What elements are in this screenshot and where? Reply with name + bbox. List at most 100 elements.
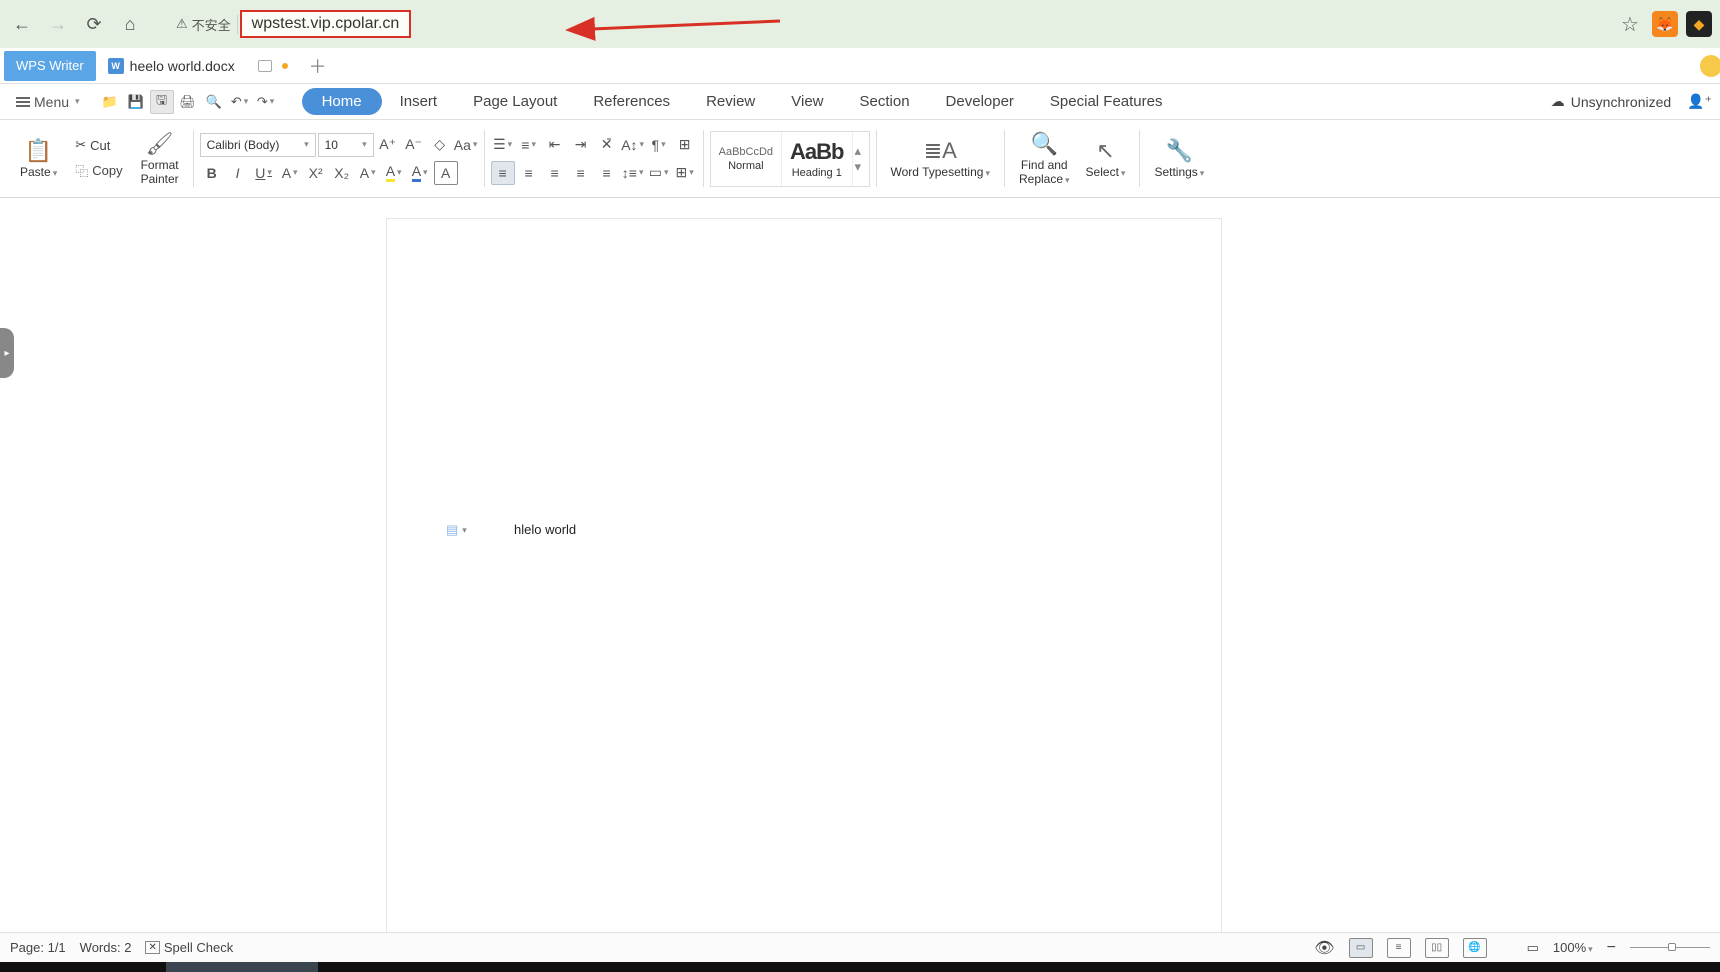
find-replace-button[interactable]: 🔍 Find and Replace▾ [1011, 129, 1078, 187]
zoom-slider[interactable] [1630, 947, 1710, 948]
italic-button[interactable]: I [226, 161, 250, 185]
save-as-button[interactable]: 🖫 [150, 90, 174, 114]
document-page[interactable] [386, 218, 1222, 932]
tab-home[interactable]: Home [302, 88, 382, 115]
undo-button[interactable]: ↶▾ [228, 90, 252, 114]
superscript-button[interactable]: X² [304, 161, 328, 185]
borders-button[interactable]: ⊞▾ [673, 161, 697, 185]
line-break-button[interactable]: ¶▾ [647, 133, 671, 157]
styles-expand-button[interactable]: ▴▾ [853, 139, 869, 179]
page-marker-icon: ▤ [446, 522, 458, 538]
nav-reload-button[interactable]: ⟳ [80, 10, 108, 38]
print-preview-button[interactable]: 🔍 [202, 90, 226, 114]
character-border-button[interactable]: A [434, 161, 458, 185]
bullets-button[interactable]: ☰▾ [491, 133, 515, 157]
view-outline[interactable]: ≡ [1387, 938, 1411, 958]
redo-button[interactable]: ↷▾ [254, 90, 278, 114]
align-distribute-button[interactable]: ≡ [595, 161, 619, 185]
bold-button[interactable]: B [200, 161, 224, 185]
paste-button[interactable]: 📋 Paste▾ [12, 136, 65, 181]
zoom-out-button[interactable]: − [1607, 939, 1616, 957]
select-button[interactable]: ↖ Select▾ [1078, 136, 1134, 181]
text-effects-button[interactable]: A▾ [356, 161, 380, 185]
increase-indent-button[interactable]: ⇥ [569, 133, 593, 157]
security-warning[interactable]: ⚠ 不安全 [170, 15, 238, 34]
font-name-select[interactable]: Calibri (Body)▾ [200, 133, 316, 157]
settings-button[interactable]: 🔧 Settings▾ [1146, 136, 1212, 181]
change-case-button[interactable]: Aa▾ [454, 133, 478, 157]
tab-insert[interactable]: Insert [382, 87, 456, 116]
nav-back-button[interactable]: ← [8, 10, 36, 38]
taskbar-app-item[interactable] [166, 962, 318, 972]
font-color2-button[interactable]: A▾ [408, 161, 432, 185]
line-spacing-button[interactable]: ↕≡▾ [621, 161, 645, 185]
tab-review[interactable]: Review [688, 87, 773, 116]
cut-button[interactable]: ✂Cut [69, 135, 128, 155]
extension-icon-2[interactable]: ◆ [1686, 11, 1712, 37]
document-body-text[interactable]: hlelo world [514, 522, 576, 537]
view-reading[interactable]: ▯▯ [1425, 938, 1449, 958]
nav-forward-button[interactable]: → [44, 10, 72, 38]
sort-button[interactable]: ✕̄ [595, 133, 619, 157]
nav-home-button[interactable]: ⌂ [116, 10, 144, 38]
zoom-percent[interactable]: 100%▾ [1553, 940, 1593, 955]
tab-view[interactable]: View [773, 87, 841, 116]
text-direction-button[interactable]: A↕▾ [621, 133, 645, 157]
show-marks-button[interactable]: ⊞ [673, 133, 697, 157]
zoom-slider-handle[interactable] [1668, 943, 1676, 951]
view-web[interactable]: 🌐 [1463, 938, 1487, 958]
style-normal[interactable]: AaBbCcDd Normal [711, 132, 782, 186]
align-justify-button[interactable]: ≡ [569, 161, 593, 185]
presentation-mode-icon[interactable] [258, 60, 272, 72]
url-highlight-box: wpstest.vip.cpolar.cn [240, 10, 412, 38]
url-text: wpstest.vip.cpolar.cn [252, 15, 400, 33]
underline-button[interactable]: U▾ [252, 161, 276, 185]
tab-references[interactable]: References [575, 87, 688, 116]
tab-special-features[interactable]: Special Features [1032, 87, 1181, 116]
clear-format-button[interactable]: ◇ [428, 133, 452, 157]
save-button[interactable]: 💾 [124, 90, 148, 114]
address-bar[interactable]: ⚠ 不安全 wpstest.vip.cpolar.cn [160, 7, 1600, 41]
side-panel-handle[interactable]: ▸ [0, 328, 14, 378]
document-tab[interactable]: W heelo world.docx [96, 48, 296, 84]
tab-developer[interactable]: Developer [928, 87, 1032, 116]
share-icon[interactable]: 👤⁺ [1687, 93, 1712, 110]
extension-metamask-icon[interactable]: 🦊 [1652, 11, 1678, 37]
status-spellcheck[interactable]: ✕ Spell Check [145, 940, 233, 955]
grow-font-button[interactable]: A⁺ [376, 133, 400, 157]
numbering-button[interactable]: ≡▾ [517, 133, 541, 157]
paragraph-handle[interactable]: ▤ ▾ [446, 522, 467, 538]
app-name-tab[interactable]: WPS Writer [4, 51, 96, 81]
open-folder-button[interactable]: 📁 [98, 90, 122, 114]
bookmark-star-icon[interactable]: ☆ [1616, 12, 1644, 37]
sync-status[interactable]: ☁ Unsynchronized 👤⁺ [1551, 93, 1712, 110]
view-print-layout[interactable]: ▭ [1349, 938, 1373, 958]
print-button[interactable]: 🖨 [176, 90, 200, 114]
format-painter-button[interactable]: 🖌 Format Painter [133, 129, 187, 187]
copy-button[interactable]: ⿻Copy [69, 159, 128, 182]
decrease-indent-button[interactable]: ⇤ [543, 133, 567, 157]
style-heading-1[interactable]: AaBb Heading 1 [782, 132, 852, 186]
tab-section[interactable]: Section [842, 87, 928, 116]
eye-icon[interactable]: 👁 [1314, 938, 1334, 958]
align-left-button[interactable]: ≡ [491, 161, 515, 185]
highlight-button[interactable]: A▾ [382, 161, 406, 185]
tab-developer-label: Developer [946, 93, 1014, 110]
document-canvas[interactable]: ▸ ▤ ▾ hlelo world [0, 198, 1720, 932]
shrink-font-button[interactable]: A⁻ [402, 133, 426, 157]
new-tab-button[interactable]: ＋ [304, 52, 332, 80]
align-center-button[interactable]: ≡ [517, 161, 541, 185]
fit-page-icon[interactable]: ▭ [1527, 940, 1539, 956]
word-typesetting-button[interactable]: ≣A Word Typesetting▾ [883, 136, 998, 181]
subscript-button[interactable]: X₂ [330, 161, 354, 185]
shading-button[interactable]: ▭▾ [647, 161, 671, 185]
tab-page-layout[interactable]: Page Layout [455, 87, 575, 116]
status-words[interactable]: Words: 2 [80, 940, 132, 955]
user-avatar[interactable] [1700, 55, 1720, 77]
main-menu-button[interactable]: Menu ▾ [8, 90, 88, 114]
align-right-button[interactable]: ≡ [543, 161, 567, 185]
font-size-select[interactable]: 10▾ [318, 133, 374, 157]
tab-insert-label: Insert [400, 93, 438, 110]
font-color-button[interactable]: A▾ [278, 161, 302, 185]
status-page[interactable]: Page: 1/1 [10, 940, 66, 955]
